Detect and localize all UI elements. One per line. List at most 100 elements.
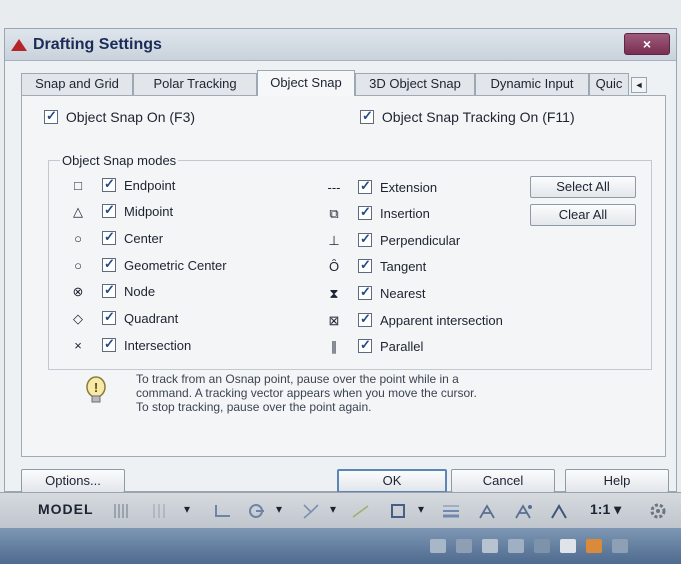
help-button[interactable]: Help: [565, 469, 669, 493]
tab-quick-properties[interactable]: Quic: [589, 73, 629, 95]
nearest-checkbox[interactable]: [358, 284, 372, 300]
object-snap-tracking-icon[interactable]: [350, 502, 372, 520]
printer-icon[interactable]: [560, 539, 576, 553]
mode-node[interactable]: ⊗ Node: [70, 282, 290, 302]
midpoint-checkbox[interactable]: [102, 202, 116, 218]
cloud-icon[interactable]: [534, 539, 550, 553]
tab-polar-tracking[interactable]: Polar Tracking: [133, 73, 257, 95]
snap-mode-icon[interactable]: [150, 502, 170, 520]
boxed-x-icon: ⊠: [328, 313, 340, 328]
dropdown-arrow-icon[interactable]: ▾: [330, 502, 336, 520]
insertion-label: Insertion: [380, 206, 430, 221]
mode-quadrant[interactable]: ◇ Quadrant: [70, 309, 290, 329]
network-icon[interactable]: [482, 539, 498, 553]
mode-extension[interactable]: --- Extension: [326, 178, 546, 198]
ortho-icon[interactable]: [212, 502, 234, 520]
mode-perpendicular[interactable]: ⊥ Perpendicular: [326, 231, 546, 251]
gear-icon[interactable]: [648, 502, 668, 520]
model-space-button[interactable]: MODEL: [38, 501, 94, 517]
window-icon[interactable]: [456, 539, 472, 553]
object-snap-panel: Object Snap On (F3) Object Snap Tracking…: [21, 95, 666, 457]
apparent-intersection-label: Apparent intersection: [380, 313, 503, 328]
mode-parallel[interactable]: ∥ Parallel: [326, 337, 546, 357]
isodraft-icon[interactable]: [300, 502, 322, 520]
tip-text: To track from an Osnap point, pause over…: [136, 372, 596, 414]
quadrant-checkbox[interactable]: [102, 309, 116, 325]
tab-scroll-left-button[interactable]: ◄: [631, 77, 647, 93]
mode-midpoint[interactable]: △ Midpoint: [70, 202, 290, 222]
tangent-icon: Ȏ: [328, 259, 340, 274]
insertion-icon: ⧉: [329, 206, 339, 221]
clear-all-button[interactable]: Clear All: [530, 204, 636, 226]
insertion-checkbox[interactable]: [358, 204, 372, 220]
annotation-scale-icon[interactable]: [548, 502, 570, 520]
tip-line: command. A tracking vector appears when …: [136, 386, 477, 400]
dropdown-arrow-icon[interactable]: ▾: [418, 502, 424, 520]
mode-endpoint[interactable]: □ Endpoint: [70, 176, 290, 196]
perpendicular-icon: ⊥: [328, 233, 340, 248]
clock-icon[interactable]: [612, 539, 628, 553]
apparent-intersection-checkbox[interactable]: [358, 311, 372, 327]
midpoint-label: Midpoint: [124, 204, 174, 219]
square-icon: □: [74, 178, 82, 193]
center-checkbox[interactable]: [102, 229, 116, 245]
perpendicular-checkbox[interactable]: [358, 231, 372, 247]
tab-object-snap[interactable]: Object Snap: [257, 70, 355, 96]
object-snap-icon[interactable]: [388, 502, 410, 520]
object-snap-on-label: Object Snap On (F3): [65, 109, 196, 126]
close-button[interactable]: ×: [624, 33, 670, 55]
extension-checkbox[interactable]: [358, 178, 372, 194]
parallel-checkbox[interactable]: [358, 337, 372, 353]
ok-button[interactable]: OK: [337, 469, 447, 493]
object-snap-tracking-checkbox[interactable]: [360, 108, 374, 125]
app-tray-icon[interactable]: [586, 539, 602, 553]
node-label: Node: [124, 284, 156, 299]
screen-icon[interactable]: [430, 539, 446, 553]
parallel-label: Parallel: [380, 339, 424, 354]
title-bar[interactable]: Drafting Settings ×: [5, 29, 676, 61]
lightbulb-icon: !: [86, 376, 106, 403]
node-checkbox[interactable]: [102, 282, 116, 298]
endpoint-checkbox[interactable]: [102, 176, 116, 192]
polar-tracking-icon[interactable]: [246, 502, 268, 520]
volume-icon[interactable]: [508, 539, 524, 553]
object-snap-on-checkbox[interactable]: [44, 108, 58, 125]
annotation-scale-selector[interactable]: 1:1 ▾: [590, 501, 621, 518]
mode-geometric-center[interactable]: ○ Geometric Center: [70, 256, 290, 276]
options-button[interactable]: Options...: [21, 469, 125, 493]
cancel-button[interactable]: Cancel: [451, 469, 555, 493]
center-label: Center: [124, 231, 164, 246]
mode-apparent-intersection[interactable]: ⊠ Apparent intersection: [326, 311, 566, 331]
mode-tangent[interactable]: Ȏ Tangent: [326, 257, 546, 277]
snap-modes-legend: Object Snap modes: [60, 153, 179, 168]
tab-3d-object-snap[interactable]: 3D Object Snap: [355, 73, 475, 95]
auto-scale-icon[interactable]: [512, 502, 534, 520]
intersection-label: Intersection: [124, 338, 192, 353]
mode-intersection[interactable]: × Intersection: [70, 336, 290, 356]
object-snap-tracking-label: Object Snap Tracking On (F11): [381, 109, 575, 126]
tip-line: To track from an Osnap point, pause over…: [136, 372, 459, 386]
annotation-visibility-icon[interactable]: [476, 502, 498, 520]
intersection-checkbox[interactable]: [102, 336, 116, 352]
triangle-icon: △: [73, 204, 83, 219]
circle-icon: ○: [74, 258, 82, 273]
object-snap-on-option[interactable]: Object Snap On (F3): [44, 108, 195, 125]
lineweight-icon[interactable]: [440, 502, 462, 520]
mode-insertion[interactable]: ⧉ Insertion: [326, 204, 546, 224]
tab-snap-and-grid[interactable]: Snap and Grid: [21, 73, 133, 95]
select-all-button[interactable]: Select All: [530, 176, 636, 198]
nearest-label: Nearest: [380, 286, 426, 301]
mode-center[interactable]: ○ Center: [70, 229, 290, 249]
tangent-checkbox[interactable]: [358, 257, 372, 273]
quadrant-label: Quadrant: [124, 311, 179, 326]
endpoint-label: Endpoint: [124, 178, 176, 193]
status-bar: MODEL ▾ ▾ ▾ ▾ 1:1 ▾: [0, 492, 681, 528]
tab-dynamic-input[interactable]: Dynamic Input: [475, 73, 589, 95]
dropdown-arrow-icon[interactable]: ▾: [276, 502, 282, 520]
dropdown-arrow-icon[interactable]: ▾: [184, 502, 190, 520]
geometric-center-checkbox[interactable]: [102, 256, 116, 272]
grid-icon[interactable]: [112, 502, 132, 520]
object-snap-tracking-option[interactable]: Object Snap Tracking On (F11): [360, 108, 575, 125]
mode-nearest[interactable]: ⧗ Nearest: [326, 284, 546, 304]
tab-bar: Snap and Grid Polar Tracking Object Snap…: [21, 70, 671, 111]
